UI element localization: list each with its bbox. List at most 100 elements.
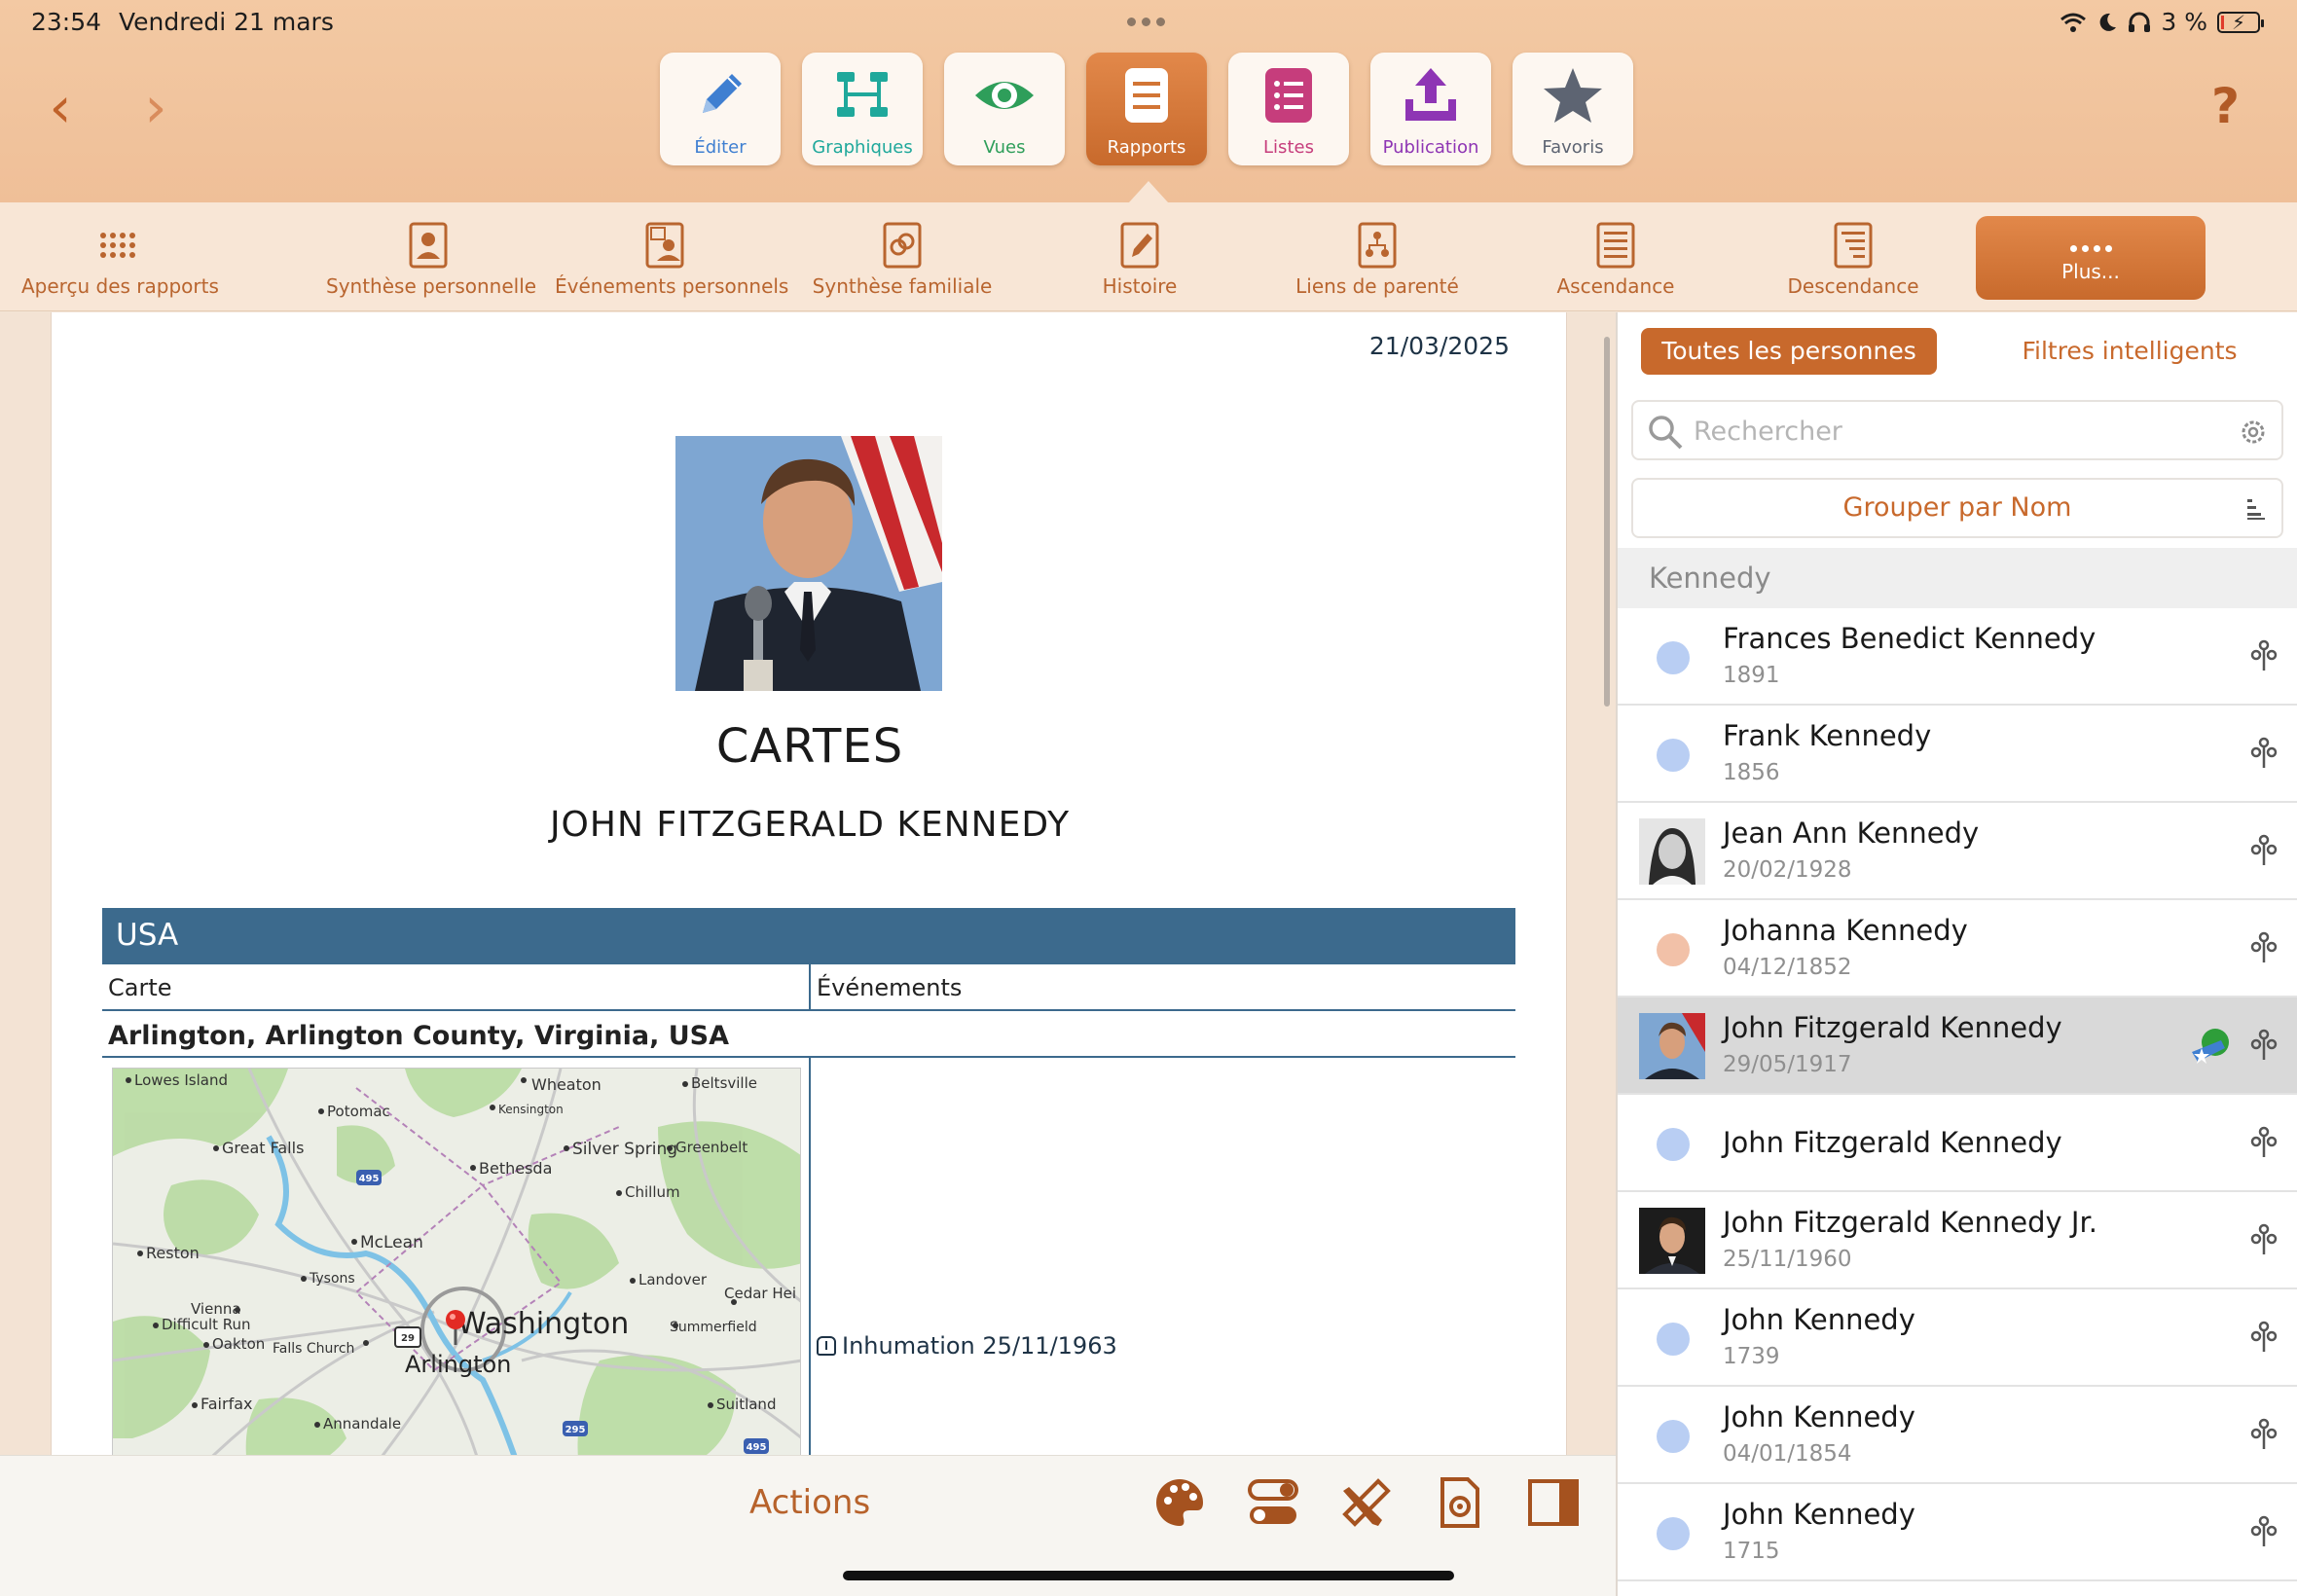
ribbon-history[interactable]: Histoire bbox=[1072, 222, 1208, 298]
document-settings-icon[interactable] bbox=[1433, 1475, 1487, 1530]
toggles-icon[interactable] bbox=[1246, 1475, 1300, 1530]
person-name: John Kennedy bbox=[1723, 1498, 1915, 1531]
tool-publication-label: Publication bbox=[1382, 137, 1479, 158]
ribbon-more-button[interactable]: Plus... bbox=[1976, 216, 2206, 300]
sidebar-toggle-icon[interactable] bbox=[1526, 1475, 1581, 1530]
ribbon-personal-events[interactable]: Événements personnels bbox=[555, 222, 789, 298]
person-date: 20/02/1928 bbox=[1723, 857, 1852, 883]
country-header: USA bbox=[102, 908, 1515, 964]
tab-smart-filters[interactable]: Filtres intelligents bbox=[2003, 328, 2256, 375]
tree-icon[interactable] bbox=[2248, 1418, 2279, 1451]
main-tools: Éditer Graphiques Vues Rapports Listes P… bbox=[660, 53, 1633, 165]
help-button[interactable]: ? bbox=[2211, 78, 2240, 134]
tree-icon[interactable] bbox=[2248, 737, 2279, 770]
back-button[interactable]: ‹ bbox=[31, 79, 90, 138]
tool-reports-label: Rapports bbox=[1107, 137, 1186, 158]
highway-shield: 495 bbox=[359, 1174, 380, 1184]
gear-icon[interactable] bbox=[2237, 416, 2270, 449]
multitasking-dots[interactable] bbox=[1127, 18, 1165, 26]
person-name: Johanna Kennedy bbox=[1723, 914, 1968, 947]
list-item[interactable]: Jean Ann Kennedy 20/02/1928 bbox=[1618, 803, 2297, 900]
tool-charts-button[interactable]: Graphiques bbox=[802, 53, 923, 165]
home-indicator[interactable] bbox=[843, 1571, 1454, 1580]
map-label: Oakton bbox=[212, 1335, 265, 1353]
ribbon-descendants[interactable]: Descendance bbox=[1781, 222, 1925, 298]
map-label: Silver Spring bbox=[572, 1140, 677, 1159]
person-date: 1739 bbox=[1723, 1344, 1780, 1369]
place-name: Arlington, Arlington County, Virginia, U… bbox=[102, 1011, 1515, 1058]
report-scrollbar[interactable] bbox=[1604, 337, 1610, 707]
person-date: 1856 bbox=[1723, 760, 1780, 785]
tool-views-button[interactable]: Vues bbox=[944, 53, 1065, 165]
person-name: John Fitzgerald Kennedy Jr. bbox=[1723, 1206, 2097, 1239]
burial-event[interactable]: Inhumation 25/11/1963 bbox=[817, 1332, 1117, 1360]
location-map[interactable]: Lowes Island Potomac Wheaton Kensington … bbox=[112, 1068, 801, 1455]
list-icon bbox=[1265, 68, 1312, 123]
status-time: 23:54 bbox=[31, 8, 102, 36]
tree-icon[interactable] bbox=[2248, 1321, 2279, 1354]
ribbon-reports-overview[interactable]: Aperçu des rapports bbox=[21, 222, 219, 298]
group-by-label: Grouper par Nom bbox=[1842, 492, 2072, 523]
numbered-list-icon bbox=[1596, 222, 1635, 269]
person-name: Frank Kennedy bbox=[1723, 719, 1932, 752]
avatar bbox=[1639, 1013, 1705, 1079]
ribbon-family-summary[interactable]: Synthèse familiale bbox=[805, 222, 1000, 298]
headphones-icon bbox=[2129, 12, 2151, 32]
eye-icon bbox=[975, 82, 1034, 109]
person-date: 1891 bbox=[1723, 663, 1780, 688]
list-item[interactable]: John Fitzgerald Kennedy Jr. 25/11/1960 bbox=[1618, 1192, 2297, 1289]
list-item[interactable]: Johanna Kennedy 04/12/1852 bbox=[1618, 900, 2297, 998]
group-by-selector[interactable]: Grouper par Nom bbox=[1631, 478, 2283, 538]
search-box bbox=[1631, 400, 2283, 460]
person-date: 04/12/1852 bbox=[1723, 955, 1852, 980]
tree-icon[interactable] bbox=[2248, 1126, 2279, 1159]
moon-icon bbox=[2099, 13, 2117, 31]
list-item[interactable]: Frank Kennedy 1856 bbox=[1618, 706, 2297, 803]
tool-edit-button[interactable]: Éditer bbox=[660, 53, 781, 165]
avatar bbox=[1639, 818, 1705, 885]
list-item[interactable]: John Kennedy 1715 bbox=[1618, 1484, 2297, 1581]
list-item[interactable]: John Kennedy 1739 bbox=[1618, 1289, 2297, 1387]
list-item[interactable]: John Fitzgerald Kennedy bbox=[1618, 1095, 2297, 1192]
palette-icon[interactable] bbox=[1152, 1475, 1207, 1530]
ruler-pencil-icon[interactable] bbox=[1339, 1475, 1394, 1530]
active-tool-caret bbox=[1129, 181, 1168, 202]
forward-button[interactable]: › bbox=[127, 79, 185, 138]
tree-icon[interactable] bbox=[2248, 1515, 2279, 1548]
report-title: CARTES bbox=[715, 719, 904, 774]
ribbon-label: Événements personnels bbox=[555, 274, 789, 298]
tree-icon[interactable] bbox=[2248, 1223, 2279, 1256]
ribbon-personal-summary[interactable]: Synthèse personnelle bbox=[326, 222, 536, 298]
tool-favorites-button[interactable]: Favoris bbox=[1513, 53, 1633, 165]
events-column-divider bbox=[809, 1058, 811, 1455]
tab-all-persons[interactable]: Toutes les personnes bbox=[1641, 328, 1937, 375]
battery-percent: 3 % bbox=[2161, 8, 2207, 36]
search-input[interactable] bbox=[1694, 412, 2200, 451]
tree-icon[interactable] bbox=[2248, 834, 2279, 867]
tool-charts-label: Graphiques bbox=[812, 137, 913, 158]
person-name: John Fitzgerald Kennedy bbox=[1723, 1011, 2062, 1044]
tree-icon[interactable] bbox=[2248, 1029, 2279, 1062]
status-bar: 23:54 Vendredi 21 mars 3 % ⚡ bbox=[0, 0, 2297, 47]
report-subtitle: JOHN FITZGERALD KENNEDY bbox=[549, 805, 1071, 845]
map-label: Suitland bbox=[716, 1396, 776, 1413]
report-viewer[interactable]: 21/03/2025 CARTES JOHN FITZGERALD KENNED… bbox=[0, 312, 1616, 1455]
tool-lists-button[interactable]: Listes bbox=[1228, 53, 1349, 165]
map-label: McLean bbox=[360, 1233, 423, 1252]
ribbon-more-label: Plus... bbox=[2061, 260, 2120, 283]
avatar bbox=[1657, 1420, 1690, 1453]
ribbon-relationships[interactable]: Liens de parenté bbox=[1294, 222, 1460, 298]
tree-icon[interactable] bbox=[2248, 639, 2279, 672]
actions-button[interactable]: Actions bbox=[749, 1483, 870, 1522]
list-item[interactable]: Frances Benedict Kennedy 1891 bbox=[1618, 608, 2297, 706]
map-label: Fairfax bbox=[201, 1395, 252, 1413]
tool-publication-button[interactable]: Publication bbox=[1370, 53, 1491, 165]
list-item[interactable]: John Kennedy 04/01/1854 bbox=[1618, 1387, 2297, 1484]
map-label: Cedar Hei bbox=[724, 1285, 796, 1302]
map-label: Bethesda bbox=[479, 1159, 552, 1178]
tree-icon[interactable] bbox=[2248, 931, 2279, 964]
ribbon-ancestry[interactable]: Ascendance bbox=[1544, 222, 1688, 298]
list-item-selected[interactable]: John Fitzgerald Kennedy 29/05/1917 bbox=[1618, 998, 2297, 1095]
status-date: Vendredi 21 mars bbox=[119, 8, 334, 36]
tool-reports-button[interactable]: Rapports bbox=[1086, 53, 1207, 165]
